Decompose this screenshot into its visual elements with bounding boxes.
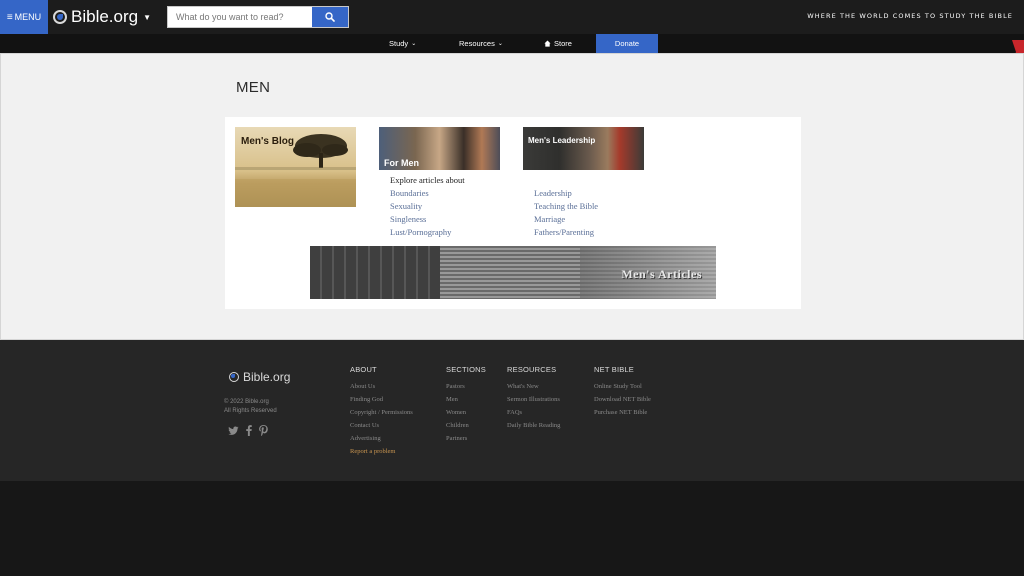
facebook-icon[interactable] [246,425,252,436]
footer-heading: ABOUT [350,365,377,374]
rights-text: All Rights Reserved [224,408,277,414]
footer-logo-text: Bible.org [243,370,291,384]
chevron-down-icon: ⌄ [497,41,503,47]
link-leadership[interactable]: Leadership [534,187,598,200]
footer-link-finding-god[interactable]: Finding God [350,394,413,407]
twitter-icon[interactable] [228,426,239,436]
footer-link-online-study-tool[interactable]: Online Study Tool [594,381,651,394]
banner-label: Men's Articles [621,267,702,281]
footer-col-about: ABOUT About Us Finding God Copyright / P… [350,365,413,458]
topics-list: Explore articles about Boundaries Sexual… [390,174,465,239]
globe-icon [53,10,67,24]
menu-label: MENU [14,12,42,22]
globe-icon [229,372,239,382]
footer-link-women[interactable]: Women [446,407,486,420]
footer-link-partners[interactable]: Partners [446,433,486,446]
hamburger-icon: ≡ [6,11,13,23]
footer-link-faqs[interactable]: FAQs [507,407,560,420]
page-bottom [0,481,1024,576]
footer-link-purchase-net-bible[interactable]: Purchase NET Bible [594,407,651,420]
link-boundaries[interactable]: Boundaries [390,187,465,200]
footer-link-daily-bible-reading[interactable]: Daily Bible Reading [507,420,560,433]
copyright: © 2022 Bible.org All Rights Reserved [224,398,277,416]
link-sexuality[interactable]: Sexuality [390,200,465,213]
link-marriage[interactable]: Marriage [534,213,598,226]
menu-button[interactable]: ≡ MENU [0,0,48,34]
footer-link-report-problem[interactable]: Report a problem [350,446,413,459]
nav-item-store[interactable]: Store [544,34,572,53]
site-tagline: WHERE THE WORLD COMES TO STUDY THE BIBLE [807,12,1013,20]
footer-link-children[interactable]: Children [446,420,486,433]
search-button[interactable] [312,7,348,27]
nav-item-resources[interactable]: Resources ⌄ [459,34,503,53]
footer-link-download-net-bible[interactable]: Download NET Bible [594,394,651,407]
footer-link-whats-new[interactable]: What's New [507,381,560,394]
footer-link-sermon-illustrations[interactable]: Sermon Illustrations [507,394,560,407]
page-title: MEN [236,79,271,96]
copyright-text: © 2022 Bible.org [224,399,269,405]
footer-heading: SECTIONS [446,365,486,374]
footer-link-advertising[interactable]: Advertising [350,433,413,446]
mens-blog-image[interactable]: Men's Blog [235,127,356,207]
thumb-label: Men's Leadership [528,136,596,145]
search-icon [325,12,335,22]
site-logo[interactable]: Bible.org ▼ [53,6,151,28]
footer-heading: RESOURCES [507,365,557,374]
thumb-label: For Men [384,158,419,168]
link-teaching-the-bible[interactable]: Teaching the Bible [534,200,598,213]
footer-link-copyright[interactable]: Copyright / Permissions [350,407,413,420]
home-icon [544,40,551,47]
nav-label: Store [554,39,572,48]
footer-col-net-bible: NET BIBLE Online Study Tool Download NET… [594,365,651,420]
nav-item-study[interactable]: Study ⌄ [389,34,416,53]
chevron-down-icon: ⌄ [411,41,417,47]
social-links [228,425,268,436]
search-input[interactable] [168,7,312,27]
top-header: ≡ MENU Bible.org ▼ WHERE THE WORLD COMES… [0,0,1024,34]
main-nav: Study ⌄ Resources ⌄ Store Donate [0,34,1024,53]
nav-label: Study [389,39,409,48]
footer-link-pastors[interactable]: Pastors [446,381,486,394]
thumb-label: Men's Blog [241,136,294,147]
logo-text: Bible.org [71,7,139,26]
chevron-down-icon: ▼ [143,12,152,22]
mens-leadership-image[interactable]: Men's Leadership [523,127,644,170]
link-fathers-parenting[interactable]: Fathers/Parenting [534,226,598,239]
footer-col-sections: SECTIONS Pastors Men Women Children Part… [446,365,486,446]
mens-articles-banner[interactable]: Men's Articles [310,246,716,299]
footer-logo[interactable]: Bible.org [229,370,290,384]
for-men-image[interactable]: For Men [379,127,500,170]
main-content: MEN Men's Blog For Men Men's Leadership … [0,53,1024,340]
topics-intro: Explore articles about [390,175,465,185]
donate-button[interactable]: Donate [596,34,658,53]
content-card: Men's Blog For Men Men's Leadership Expl… [225,117,801,309]
nav-label: Resources [459,39,495,48]
link-singleness[interactable]: Singleness [390,213,465,226]
site-footer: Bible.org © 2022 Bible.org All Rights Re… [0,340,1024,481]
leadership-list: Leadership Teaching the Bible Marriage F… [534,187,598,239]
link-lust-pornography[interactable]: Lust/Pornography [390,226,465,239]
pinterest-icon[interactable] [259,425,268,436]
footer-link-about-us[interactable]: About Us [350,381,413,394]
footer-link-men[interactable]: Men [446,394,486,407]
search-bar [167,6,349,28]
footer-heading: NET BIBLE [594,365,635,374]
footer-link-contact-us[interactable]: Contact Us [350,420,413,433]
footer-col-resources: RESOURCES What's New Sermon Illustration… [507,365,560,433]
